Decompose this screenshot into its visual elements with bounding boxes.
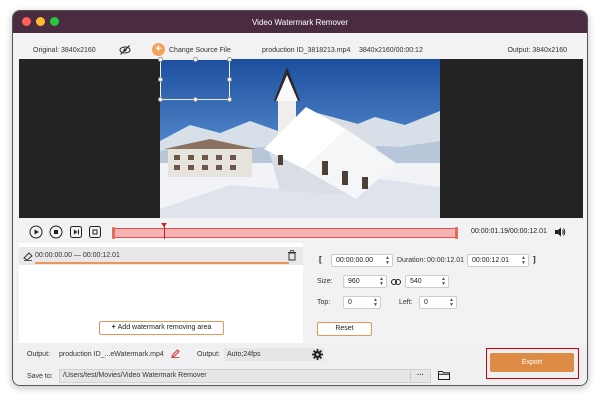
output-format-label: Output: <box>197 351 220 358</box>
maximize-window-button[interactable] <box>50 17 59 26</box>
link-icon[interactable] <box>391 278 401 286</box>
top-value: 0 <box>348 299 352 306</box>
close-window-button[interactable] <box>22 17 31 26</box>
timeline-slider[interactable] <box>112 223 458 239</box>
change-source-button[interactable]: Change Source File <box>169 47 231 54</box>
playback-timecode: 00:00:01.19/00:00:12.01 <box>471 228 547 235</box>
end-time-input[interactable]: 00:00:12.01 ▲ ▼ <box>467 254 529 267</box>
set-start-button[interactable]: [ <box>319 255 322 264</box>
title-bar: Video Watermark Remover <box>13 11 587 33</box>
save-path-text: /Users/test/Movies/Video Watermark Remov… <box>63 372 207 379</box>
left-value: 0 <box>424 299 428 306</box>
gear-icon[interactable] <box>312 349 323 360</box>
start-time-input[interactable]: 00:00:00.00 ▲ ▼ <box>331 254 393 267</box>
size-label: Size: <box>317 278 333 285</box>
resize-handle[interactable] <box>227 57 232 62</box>
playhead[interactable] <box>164 224 165 239</box>
edit-icon[interactable] <box>171 349 180 358</box>
stop-icon[interactable] <box>49 225 63 239</box>
play-icon[interactable] <box>29 225 43 239</box>
segment-list-panel: 00:00:00.00 — 00:00:12.01 + Add watermar… <box>19 243 303 343</box>
volume-icon[interactable] <box>554 226 566 238</box>
folder-icon[interactable] <box>438 370 450 380</box>
width-value: 960 <box>348 278 360 285</box>
eye-icon[interactable] <box>119 44 131 56</box>
export-button[interactable]: Export <box>490 353 574 372</box>
source-resolution: 3840x2160/00:00:12 <box>359 46 423 54</box>
video-preview <box>19 57 583 218</box>
fullscreen-icon[interactable] <box>88 225 102 239</box>
browse-more-button[interactable]: ··· <box>410 370 430 382</box>
end-time-value: 00:00:12.01 <box>472 257 509 264</box>
left-input[interactable]: 0 ▲ ▼ <box>419 296 457 309</box>
stepper-icon[interactable]: ▲ ▼ <box>441 277 446 287</box>
add-area-label: Add watermark removing area <box>117 324 212 331</box>
resize-handle[interactable] <box>158 57 163 62</box>
resize-handle[interactable] <box>158 77 163 82</box>
timeline-start-handle[interactable] <box>112 227 115 239</box>
window-title: Video Watermark Remover <box>251 17 349 27</box>
stepper-icon[interactable]: ▲ ▼ <box>385 256 390 266</box>
info-bar: Original: 3840x2160 + Change Source File… <box>13 41 587 59</box>
app-window: Video Watermark Remover Original: 3840x2… <box>12 10 588 386</box>
start-time-value: 00:00:00.00 <box>336 257 373 264</box>
playback-controls: 00:00:01.19/00:00:12.01 <box>13 223 587 243</box>
set-end-button[interactable]: ] <box>533 255 536 264</box>
stepper-icon[interactable]: ▲ ▼ <box>449 298 454 308</box>
output-bar: Output: production ID_...eWatermark.mp4 … <box>13 343 587 385</box>
window-controls <box>22 17 59 26</box>
save-path-field[interactable]: /Users/test/Movies/Video Watermark Remov… <box>59 369 431 383</box>
save-to-label: Save to: <box>27 373 53 380</box>
resize-handle[interactable] <box>193 57 198 62</box>
height-value: 540 <box>410 278 422 285</box>
left-label: Left: <box>399 299 413 306</box>
duration-label: Duration: <box>397 257 426 264</box>
eraser-icon <box>23 252 33 261</box>
height-input[interactable]: 540 ▲ ▼ <box>405 275 449 288</box>
segment-duration-bar <box>35 262 289 264</box>
trash-icon[interactable] <box>287 250 297 261</box>
area-settings-panel: [ 00:00:00.00 ▲ ▼ Duration: 00:00:12.01 00… <box>307 243 583 343</box>
minimize-window-button[interactable] <box>36 17 45 26</box>
output-format-field[interactable]: Auto;24fps <box>224 348 324 361</box>
next-frame-icon[interactable] <box>69 225 83 239</box>
original-resolution: Original: 3840x2160 <box>33 46 96 54</box>
output-filename: production ID_...eWatermark.mp4 <box>59 351 164 358</box>
source-filename: production ID_3818213.mp4 <box>262 46 351 54</box>
stepper-icon[interactable]: ▲ ▼ <box>379 277 384 287</box>
stepper-icon[interactable]: ▲ ▼ <box>373 298 378 308</box>
output-label: Output: <box>27 351 50 358</box>
reset-button[interactable]: Reset <box>317 322 372 336</box>
top-label: Top: <box>317 299 331 306</box>
width-input[interactable]: 960 ▲ ▼ <box>343 275 387 288</box>
duration-value: 00:00:12.01 <box>427 257 464 264</box>
resize-handle[interactable] <box>193 97 198 102</box>
resize-handle[interactable] <box>227 97 232 102</box>
plus-icon[interactable]: + <box>152 43 165 56</box>
watermark-selection-box[interactable] <box>158 57 232 102</box>
resize-handle[interactable] <box>158 97 163 102</box>
segment-time-range: 00:00:00.00 — 00:00:12.01 <box>35 252 120 259</box>
timeline-end-handle[interactable] <box>455 227 458 239</box>
top-input[interactable]: 0 ▲ ▼ <box>343 296 381 309</box>
stepper-icon[interactable]: ▲ ▼ <box>521 256 526 266</box>
add-watermark-area-button[interactable]: + Add watermark removing area <box>99 321 224 335</box>
resize-handle[interactable] <box>227 77 232 82</box>
output-resolution: Output: 3840x2160 <box>507 46 567 54</box>
